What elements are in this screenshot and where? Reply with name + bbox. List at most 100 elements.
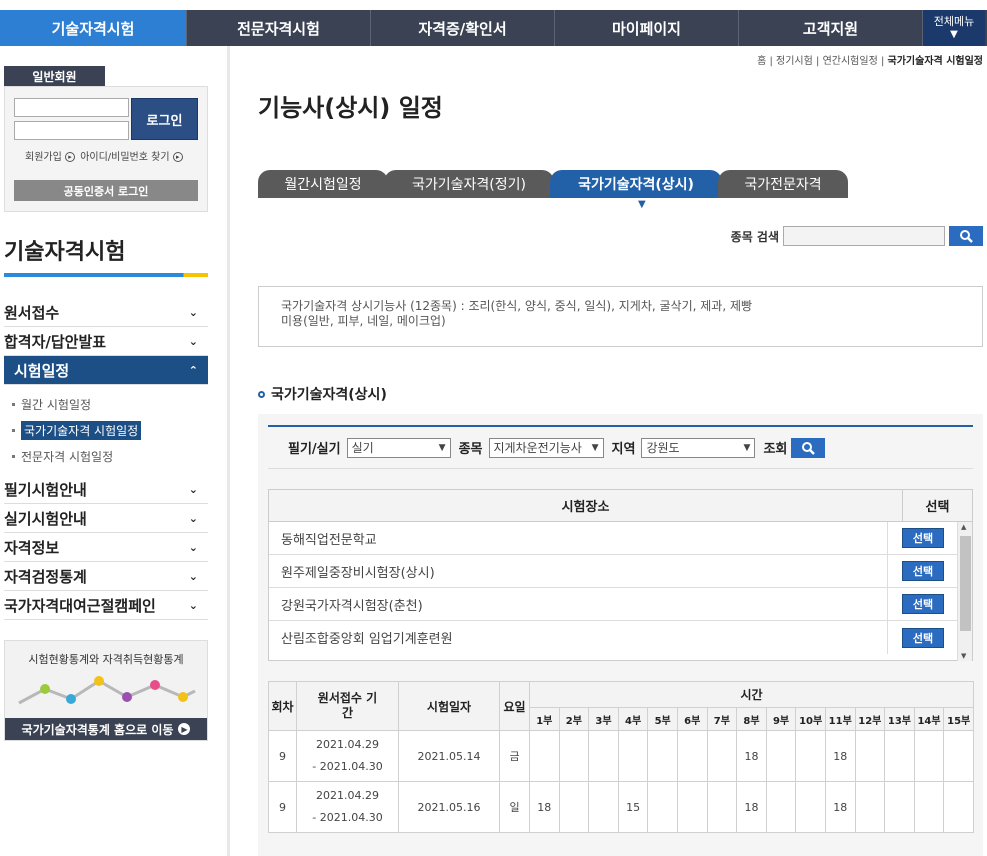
- cell-session: [913, 781, 945, 833]
- id-input[interactable]: [14, 98, 129, 117]
- sidebar-item-results[interactable]: 합격자/답안발표 ⌄: [4, 327, 208, 356]
- place-scrollbar[interactable]: ▲ ▼: [957, 522, 972, 661]
- cell-session: [943, 781, 975, 833]
- schedule-body: 9 2021.04.29- 2021.04.30 2021.05.14 금 18 18 9 2…: [268, 730, 975, 833]
- gnb-item-pro-exam[interactable]: 전문자격시험: [187, 10, 371, 46]
- apply-start: 2021.04.29: [316, 789, 379, 802]
- sidebar-subitem-monthly[interactable]: 월간 시험일정: [12, 391, 208, 417]
- member-tag: 일반회원: [4, 66, 105, 86]
- cell-session: [913, 730, 945, 782]
- breadcrumb-annual[interactable]: 연간시험일정: [823, 56, 878, 67]
- tab-national-anytime[interactable]: 국가기술자격(상시): [550, 170, 722, 198]
- item-select[interactable]: 지게차운전기능사 ▼: [488, 437, 604, 458]
- query-button[interactable]: [791, 437, 826, 458]
- stats-home-link[interactable]: 국가기술자격통계 홈으로 이동 ▶: [5, 718, 207, 740]
- breadcrumb-regular[interactable]: 정기시험: [776, 56, 813, 67]
- gnb-item-support[interactable]: 고객지원: [739, 10, 923, 46]
- sidebar-item-written-guide[interactable]: 필기시험안내 ⌄: [4, 475, 208, 504]
- sidebar-item-apply[interactable]: 원서접수 ⌄: [4, 298, 208, 327]
- search-button[interactable]: [949, 226, 983, 246]
- info-box: 국가기술자격 상시기능사 (12종목) : 조리(한식, 양식, 중식, 일식)…: [258, 286, 983, 347]
- cell-round: 9: [268, 781, 297, 833]
- region-label: 지역: [611, 442, 636, 457]
- cell-session: [558, 781, 590, 833]
- arrow-right-icon: ▸: [172, 152, 183, 162]
- select-button[interactable]: 선택: [902, 561, 944, 581]
- select-button[interactable]: 선택: [902, 594, 944, 614]
- schedule-panel: 필기/실기 실기 ▼ 종목 지게차운전기능사 ▼ 지역 강원도 ▼ 조회 시험장소 선…: [258, 414, 983, 856]
- type-select[interactable]: 실기 ▼: [346, 437, 451, 458]
- cell-exam-date: 2021.05.16: [398, 781, 500, 833]
- select-button[interactable]: 선택: [902, 627, 944, 648]
- left-sidebar: 일반회원 로그인 회원가입 ▸ 아이디/비밀번호 찾기 ▸ 공동인증서 로그인 …: [0, 46, 230, 856]
- tab-professional[interactable]: 국가전문자격: [718, 170, 848, 198]
- col-session: 9부: [765, 707, 797, 731]
- sidebar-item-stats[interactable]: 자격검정통계 ⌄: [4, 562, 208, 591]
- cell-day: 금: [499, 730, 530, 782]
- chevron-down-icon: ▼: [743, 442, 751, 453]
- sidebar-item-qualification-info[interactable]: 자격정보 ⌄: [4, 533, 208, 562]
- cell-apply-period: 2021.04.29 - 2021.04.30: [296, 781, 399, 833]
- sidebar-item-campaign[interactable]: 국가자격대여근절캠페인 ⌄: [4, 591, 208, 620]
- scroll-up-icon[interactable]: ▲: [961, 523, 966, 531]
- table-row: 9 2021.04.29- 2021.04.30 2021.05.16 일 18 15 18…: [268, 781, 975, 833]
- tab-monthly[interactable]: 월간시험일정: [258, 170, 388, 198]
- section-heading: 국가기술자격(상시): [258, 384, 387, 404]
- banner-text: 시험현황통계와 자격취득현황통계: [28, 653, 184, 666]
- sidebar-menu: 원서접수 ⌄ 합격자/답안발표 ⌄ 시험일정 ⌃ 월간 시험일정 국가기술자격 시험일…: [4, 298, 208, 620]
- gnb-item-mypage[interactable]: 마이페이지: [555, 10, 739, 46]
- chevron-down-icon: ▼: [438, 442, 446, 453]
- col-session: 11부: [824, 707, 856, 731]
- tab-national-regular[interactable]: 국가기술자격(정기): [384, 170, 554, 198]
- join-link[interactable]: 회원가입: [25, 152, 62, 163]
- login-box: 로그인 회원가입 ▸ 아이디/비밀번호 찾기 ▸ 공동인증서 로그인: [4, 86, 208, 212]
- query-label: 조회: [763, 442, 788, 457]
- page-title: 기능사(상시) 일정: [258, 94, 443, 122]
- col-session: 5부: [647, 707, 678, 731]
- apply-start: 2021.04.29: [316, 738, 379, 751]
- find-account-link[interactable]: 아이디/비밀번호 찾기: [80, 152, 169, 163]
- scroll-thumb[interactable]: [960, 536, 971, 631]
- scroll-down-icon[interactable]: ▼: [961, 652, 966, 660]
- list-item: 산림조합중앙회 임업기계훈련원 선택: [269, 621, 972, 654]
- cell-session: [558, 730, 590, 782]
- place-header-name: 시험장소: [269, 490, 903, 521]
- cell-session: 18: [824, 781, 856, 833]
- cell-session: [617, 730, 649, 782]
- chevron-down-icon: ▼: [591, 442, 599, 453]
- search-icon: [960, 230, 973, 243]
- cell-session: [529, 730, 560, 782]
- col-time: 시간: [528, 681, 975, 708]
- info-line-2: 미용(일반, 피부, 네일, 메이크업): [281, 314, 446, 328]
- login-button[interactable]: 로그인: [131, 98, 198, 140]
- cell-session: [943, 730, 975, 782]
- sidebar-subitem-professional[interactable]: 전문자격 시험일정: [12, 443, 208, 469]
- stats-banner[interactable]: 시험현황통계와 자격취득현황통계 국가기술자격통계 홈으로 이동 ▶: [4, 640, 208, 741]
- breadcrumb-home[interactable]: 홈: [757, 56, 766, 67]
- col-session: 1부: [529, 707, 560, 731]
- sidebar-subitem-national[interactable]: 국가기술자격 시험일정: [12, 417, 208, 443]
- search-input[interactable]: [783, 226, 945, 246]
- table-row: 9 2021.04.29 - 2021.04.30 2021.05.14 금 18 18: [268, 730, 975, 782]
- schedule-table: 회차 원서접수 기간 시험일자 요일 시간 1부 2부 3부 4부 5부 6부 7부 8부 9부…: [268, 681, 975, 833]
- col-session: 3부: [588, 707, 619, 731]
- cert-login-button[interactable]: 공동인증서 로그인: [14, 180, 198, 201]
- stats-graph-icon: [18, 676, 196, 705]
- sidebar-submenu: 월간 시험일정 국가기술자격 시험일정 전문자격 시험일정: [4, 385, 208, 475]
- sidebar-item-practical-guide[interactable]: 실기시험안내 ⌄: [4, 504, 208, 533]
- item-search: 종목 검색: [731, 226, 983, 246]
- select-button[interactable]: 선택: [902, 528, 944, 548]
- search-label: 종목 검색: [730, 229, 779, 244]
- all-menu-button[interactable]: 전체메뉴 ▼: [923, 10, 985, 46]
- password-input[interactable]: [14, 121, 129, 140]
- sidebar-item-schedule[interactable]: 시험일정 ⌃: [4, 356, 208, 385]
- arrow-right-icon: ▸: [65, 152, 75, 162]
- cell-session: 18: [736, 781, 767, 833]
- gnb-item-tech-exam[interactable]: 기술자격시험: [0, 10, 187, 46]
- region-select[interactable]: 강원도 ▼: [641, 437, 756, 458]
- gnb-item-certificate[interactable]: 자격증/확인서: [371, 10, 555, 46]
- cell-session: [884, 781, 915, 833]
- chevron-down-icon: ⌄: [188, 334, 198, 348]
- list-item: 원주제일중장비시험장(상시) 선택: [269, 555, 972, 588]
- col-session: 15부: [943, 707, 975, 731]
